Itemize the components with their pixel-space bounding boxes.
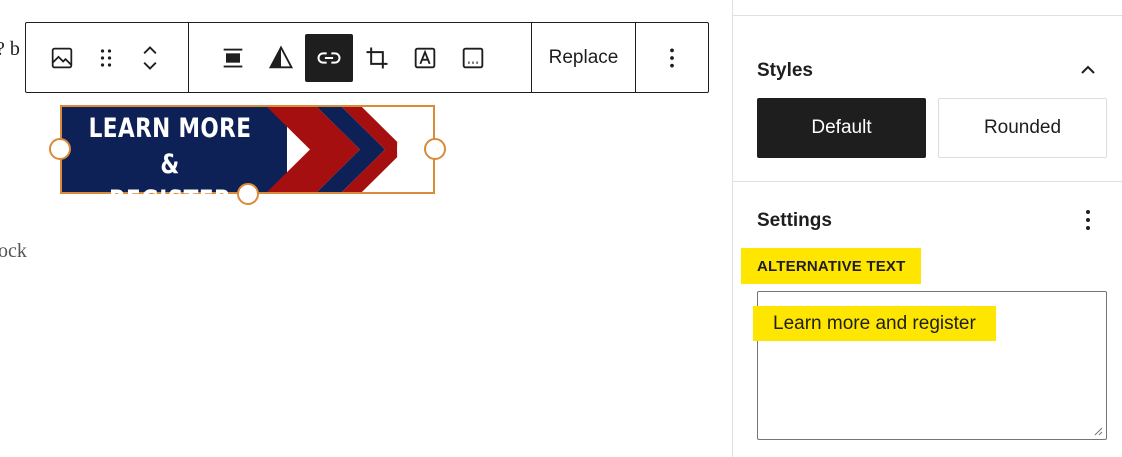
replace-button[interactable]: Replace [545, 37, 623, 79]
move-up-down-icon[interactable] [128, 34, 172, 82]
block-settings-sidebar: Styles Default Rounded Settings ALTERNAT… [732, 0, 1122, 457]
banner-text: LEARN MORE & REGISTER [88, 113, 252, 216]
alt-text-label: ALTERNATIVE TEXT [741, 248, 922, 284]
image-block-icon[interactable] [40, 34, 84, 82]
crop-icon[interactable] [353, 34, 401, 82]
chevron-up-icon[interactable] [1076, 58, 1100, 82]
text-overlay-icon[interactable] [401, 34, 449, 82]
style-default-button[interactable]: Default [757, 98, 926, 158]
resize-handle-right[interactable] [424, 138, 446, 160]
settings-options-icon[interactable] [1076, 206, 1100, 234]
settings-panel: Settings ALTERNATIVE TEXT Learn more and… [733, 182, 1122, 457]
editor-canvas: ? b [0, 0, 710, 457]
style-rounded-button[interactable]: Rounded [938, 98, 1107, 158]
alt-text-value: Learn more and register [753, 306, 996, 341]
settings-panel-title: Settings [757, 210, 832, 231]
toolbar-group-tools [189, 23, 532, 92]
more-options-icon[interactable] [648, 34, 696, 82]
toolbar-group-replace: Replace [532, 23, 636, 92]
drag-handle-icon[interactable] [84, 34, 128, 82]
duotone-filter-icon[interactable] [257, 34, 305, 82]
styles-panel: Styles Default Rounded [733, 16, 1122, 182]
caption-icon[interactable] [449, 34, 497, 82]
resize-handle-left[interactable] [49, 138, 71, 160]
link-icon[interactable] [305, 33, 353, 82]
paragraph-fragment: ? b [0, 38, 20, 60]
resize-handle-bottom[interactable] [237, 183, 259, 205]
toolbar-group-options [636, 23, 708, 92]
sidebar-top-divider [733, 0, 1122, 16]
block-toolbar: Replace [25, 22, 709, 93]
selected-image-block[interactable]: LEARN MORE & REGISTER [60, 105, 435, 216]
resize-grip-icon[interactable] [1093, 426, 1103, 436]
paragraph-fragment-bottom: ock [0, 240, 27, 262]
toolbar-group-block [26, 23, 189, 92]
styles-panel-title: Styles [757, 60, 813, 81]
align-center-icon[interactable] [209, 34, 257, 82]
